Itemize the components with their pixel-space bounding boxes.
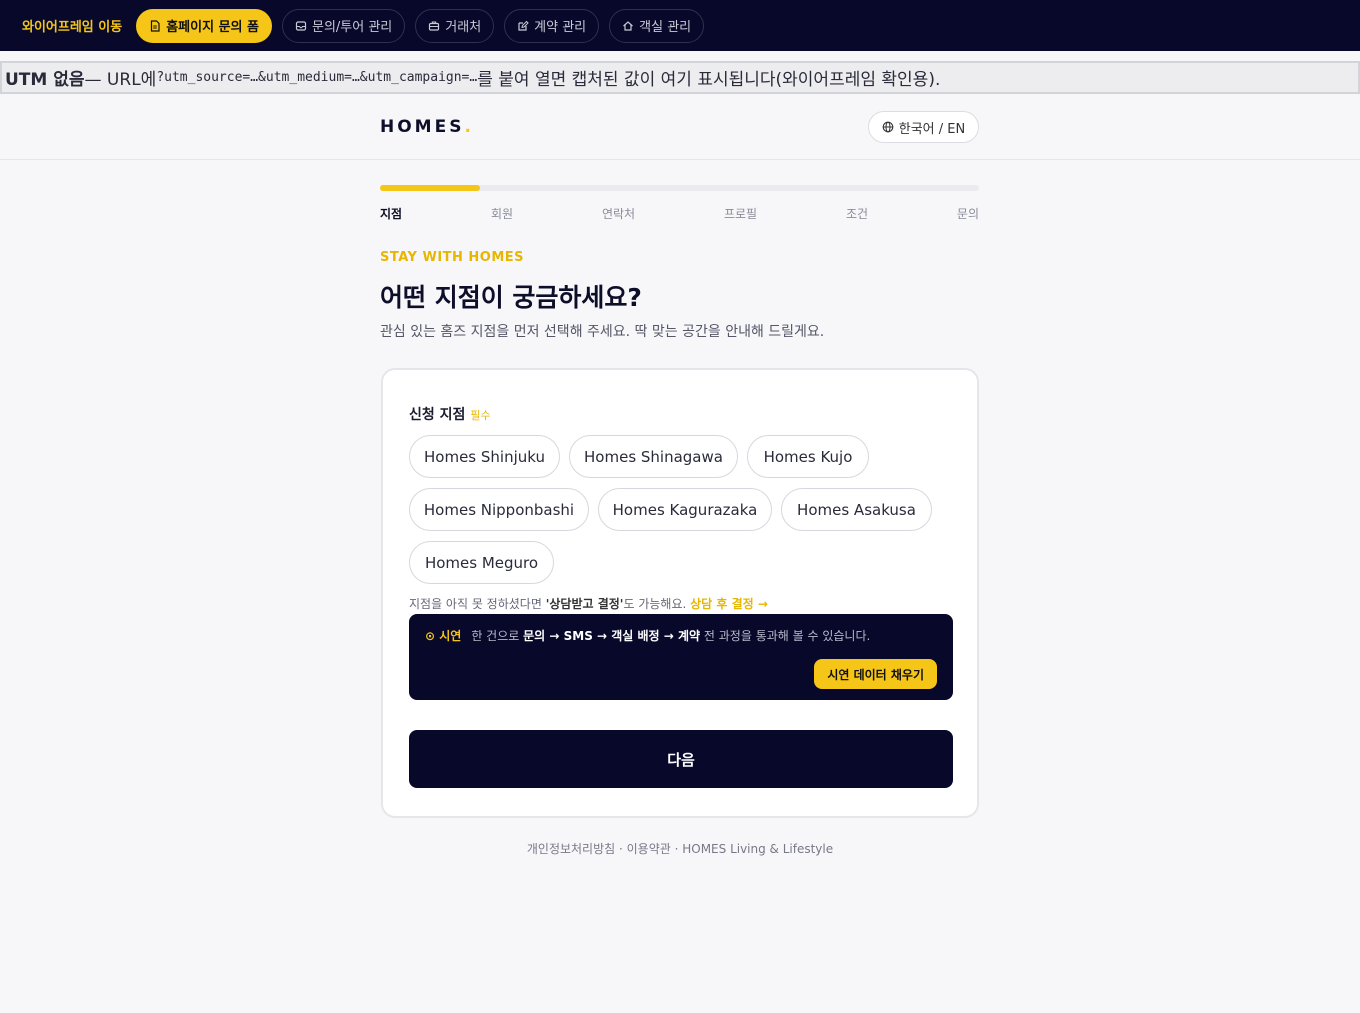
branch-chip-shinagawa[interactable]: Homes Shinagawa [569,435,738,478]
nav-rooms-label: 객실 관리 [639,20,692,35]
nav-inquiry-form-button[interactable]: 홈페이지 문의 폼 [136,8,272,43]
page-title: 어떤 지점이 궁금하세요? [380,283,642,312]
nav-inquiry-tour-label: 문의/투어 관리 [312,20,393,35]
page-subtitle: 관심 있는 홈즈 지점을 먼저 선택해 주세요. 딱 맞는 공간을 안내해 드릴… [380,324,825,340]
footer-links: 개인정보처리방침 · 이용약관 · HOMES Living & Lifesty… [526,842,834,856]
utm-banner: UTM 없음 — URL에 ?utm_source=…&utm_medium=…… [0,61,1360,94]
globe-icon [882,121,894,133]
branch-chip-nipponbashi[interactable]: Homes Nipponbashi [409,488,589,531]
step-inquiry: 문의 [956,207,979,221]
nav-inquiry-tour-button[interactable]: 문의/투어 관리 [282,8,406,43]
demo-panel: ⊙ 시연 한 건으로 문의 → SMS → 객실 배정 → 계약 전 과정을 통과… [409,614,953,700]
step-contact: 연락처 [601,207,636,221]
branch-chip-asakusa[interactable]: Homes Asakusa [781,488,932,531]
wireframe-nav-title: 와이어프레임 이동 [22,20,123,35]
branch-chip-meguro[interactable]: Homes Meguro [409,541,554,584]
nav-contracts-label: 계약 관리 [534,20,587,35]
branch-chip-kujo[interactable]: Homes Kujo [747,435,869,478]
language-switch-button[interactable]: 한국어 / EN [868,111,979,143]
nav-contracts-button[interactable]: 계약 관리 [504,8,600,43]
step-conditions: 조건 [845,207,869,221]
utm-instruction-suffix: 를 붙여 열면 캡처된 값이 여기 표시됩니다(와이어프레임 확인용). [477,70,941,90]
step-progress-bar [380,185,979,191]
undecided-hint: 지점을 아직 못 정하셨다면 '상담받고 결정'도 가능해요. 상담 후 결정 … [409,597,768,611]
fill-demo-data-button[interactable]: 시연 데이터 채우기 [814,659,937,689]
step-profile: 프로필 [723,207,758,221]
utm-instruction-mid: — URL에 [84,70,157,90]
utm-param-code: ?utm_source=…&utm_medium=…&utm_campaign=… [156,70,478,85]
branch-chip-kagurazaka[interactable]: Homes Kagurazaka [598,488,772,531]
nav-clients-label: 거래처 [445,20,482,35]
nav-inquiry-form-label: 홈페이지 문의 폼 [166,20,259,35]
step-labels: 지점 회원 연락처 프로필 조건 문의 [380,205,979,222]
language-switch-label: 한국어 / EN [898,121,966,137]
next-button[interactable]: 다음 [409,730,953,788]
inbox-icon [295,20,307,31]
home-icon [623,20,634,31]
briefcase-icon [429,21,440,31]
document-icon [151,19,160,32]
branch-chip-shinjuku[interactable]: Homes Shinjuku [409,435,560,478]
eyebrow-text: STAY WITH HOMES [380,250,525,265]
demo-description: ⊙ 시연 한 건으로 문의 → SMS → 객실 배정 → 계약 전 과정을 통과… [425,629,871,643]
edit-icon [518,20,529,31]
step-member: 회원 [490,207,514,221]
wireframe-nav: 와이어프레임 이동 홈페이지 문의 폼 문의/투어 관리 거래처 계약 관리 객… [0,0,1360,51]
nav-rooms-button[interactable]: 객실 관리 [609,8,705,43]
branch-form-card: 신청 지점 필수 Homes Shinjuku Homes Shinagawa H… [381,368,979,818]
nav-clients-button[interactable]: 거래처 [415,8,495,43]
step-progress-fill [380,185,481,191]
site-header: HOMES. 한국어 / EN [0,95,1360,160]
required-marker: 필수 [470,409,491,422]
utm-status: UTM 없음 [5,70,85,90]
consult-decide-link[interactable]: 상담 후 결정 → [690,597,768,611]
demo-tag: ⊙ 시연 [425,629,462,643]
homes-logo[interactable]: HOMES. [380,117,474,137]
step-branch: 지점 [380,207,403,221]
branch-field-label: 신청 지점 필수 [409,407,491,423]
